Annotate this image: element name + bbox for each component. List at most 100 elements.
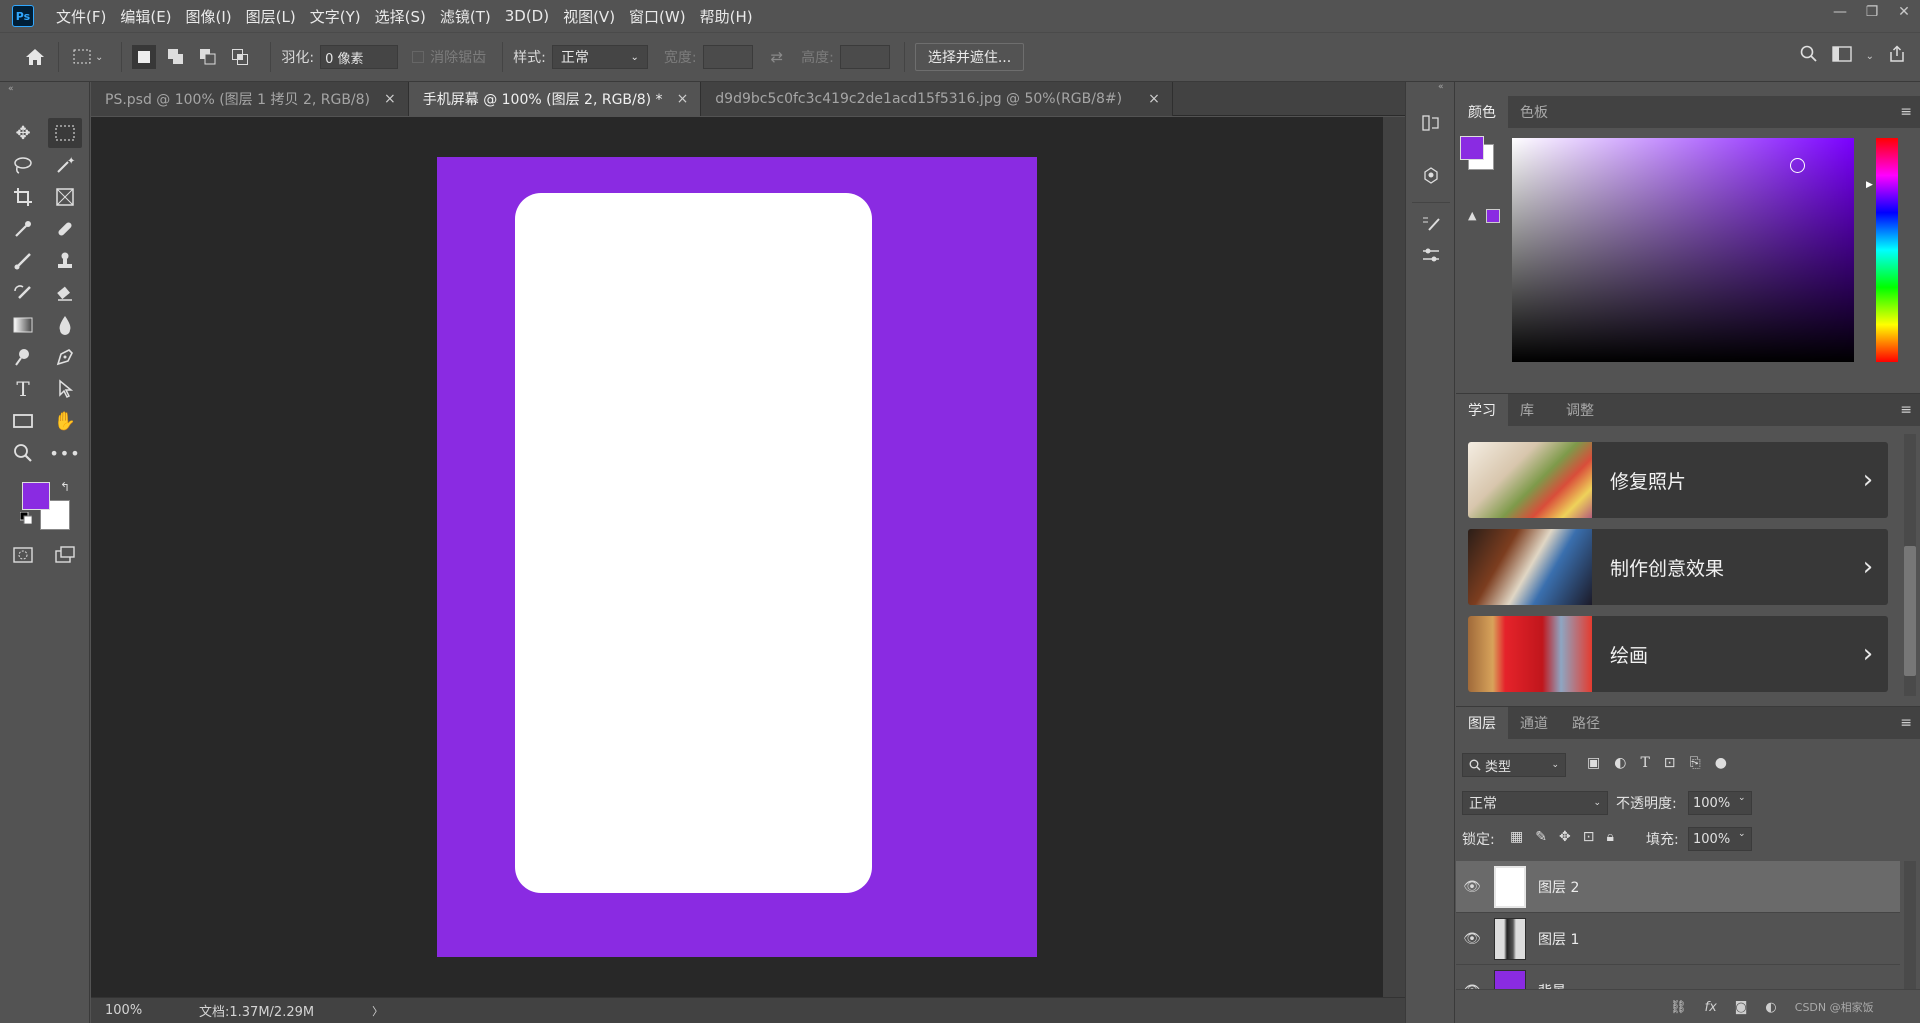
frame-tool-icon[interactable] bbox=[48, 182, 82, 212]
panel-menu-icon[interactable]: ≡ bbox=[1900, 104, 1912, 120]
tab-phone-screen[interactable]: 手机屏幕 @ 100% (图层 2, RGB/8) * × bbox=[408, 82, 702, 116]
rectangular-marquee-tool-icon[interactable] bbox=[48, 118, 82, 148]
menu-layer[interactable]: 图层(L) bbox=[246, 6, 296, 27]
menu-file[interactable]: 文件(F) bbox=[56, 6, 106, 27]
history-panel-icon[interactable] bbox=[1418, 110, 1444, 136]
menu-view[interactable]: 视图(V) bbox=[563, 6, 615, 27]
pen-tool-icon[interactable] bbox=[48, 342, 82, 372]
zoom-tool-icon[interactable] bbox=[6, 438, 40, 468]
antialias-checkbox[interactable] bbox=[412, 51, 425, 63]
filter-toggle-icon[interactable]: ● bbox=[1715, 755, 1727, 771]
collapse-toolbar-icon[interactable]: « bbox=[8, 84, 14, 94]
workspace-icon[interactable] bbox=[1831, 46, 1852, 66]
height-input[interactable] bbox=[839, 45, 890, 69]
canvas-vertical-scrollbar[interactable] bbox=[1383, 117, 1405, 997]
layer-row-2[interactable]: 👁︎ 图层 2 bbox=[1456, 861, 1900, 913]
close-icon[interactable]: × bbox=[1148, 91, 1160, 107]
menu-type[interactable]: 文字(Y) bbox=[310, 6, 361, 27]
default-colors-icon[interactable] bbox=[19, 511, 33, 528]
path-selection-tool-icon[interactable] bbox=[48, 374, 82, 404]
new-adjustment-icon[interactable]: ◐ bbox=[1765, 1000, 1776, 1015]
eraser-tool-icon[interactable] bbox=[48, 278, 82, 308]
close-window-button[interactable]: ✕ bbox=[1888, 0, 1920, 24]
tab-adjustments[interactable]: 调整 bbox=[1554, 394, 1606, 426]
menu-edit[interactable]: 编辑(E) bbox=[120, 6, 171, 27]
magic-wand-tool-icon[interactable]: ✦ bbox=[48, 150, 82, 180]
3d-panel-icon[interactable] bbox=[1418, 162, 1444, 188]
lock-artboard-icon[interactable]: ⊡ bbox=[1583, 829, 1595, 845]
history-brush-tool-icon[interactable] bbox=[6, 278, 40, 308]
lock-all-icon[interactable]: 🔒︎ bbox=[1606, 829, 1613, 845]
fill-dropdown-icon[interactable]: ⌄ bbox=[1738, 829, 1746, 839]
tab-paths[interactable]: 路径 bbox=[1560, 707, 1612, 739]
style-select[interactable]: 正常 ⌄ bbox=[551, 45, 648, 69]
type-tool-icon[interactable]: T bbox=[6, 374, 40, 404]
menu-3d[interactable]: 3D(D) bbox=[505, 7, 549, 25]
tab-swatches[interactable]: 色板 bbox=[1508, 96, 1560, 128]
menu-select[interactable]: 选择(S) bbox=[375, 6, 426, 27]
width-input[interactable] bbox=[702, 45, 753, 69]
menu-image[interactable]: 图像(I) bbox=[186, 6, 232, 27]
new-selection-icon[interactable] bbox=[132, 45, 157, 69]
share-icon[interactable] bbox=[1888, 45, 1906, 67]
swap-colors-icon[interactable]: ↰ bbox=[60, 480, 70, 494]
blend-mode-select[interactable]: 正常 ⌄ bbox=[1462, 791, 1608, 815]
search-icon[interactable] bbox=[1800, 45, 1818, 67]
lock-image-icon[interactable]: ✎ bbox=[1535, 829, 1547, 845]
learn-card-creative-effects[interactable]: 制作创意效果 › bbox=[1468, 529, 1888, 605]
dodge-tool-icon[interactable] bbox=[6, 342, 40, 372]
brush-tool-icon[interactable] bbox=[6, 246, 40, 276]
pixel-filter-icon[interactable]: ▣ bbox=[1587, 755, 1600, 771]
learn-card-painting[interactable]: 绘画 › bbox=[1468, 616, 1888, 692]
adjustment-filter-icon[interactable]: ◐ bbox=[1614, 755, 1626, 771]
hue-slider-thumb-icon[interactable]: ▶ bbox=[1866, 180, 1873, 190]
restore-button[interactable]: ❐ bbox=[1856, 0, 1888, 24]
move-tool-icon[interactable]: ✥ bbox=[6, 118, 40, 148]
tab-learn[interactable]: 学习 bbox=[1456, 394, 1508, 426]
feather-input[interactable]: 0 像素 bbox=[320, 45, 399, 69]
lasso-tool-icon[interactable] bbox=[6, 150, 40, 180]
add-mask-icon[interactable]: ◙ bbox=[1735, 1000, 1748, 1015]
brush-settings-icon[interactable] bbox=[1418, 210, 1444, 236]
workspace-dropdown-icon[interactable]: ⌄ bbox=[1866, 51, 1874, 62]
menu-window[interactable]: 窗口(W) bbox=[629, 6, 686, 27]
close-icon[interactable]: × bbox=[384, 91, 396, 107]
gradient-tool-icon[interactable] bbox=[6, 310, 40, 340]
marquee-preset-icon[interactable] bbox=[69, 44, 95, 70]
select-and-mask-button[interactable]: 选择并遮住... bbox=[914, 43, 1025, 71]
layer-style-icon[interactable]: fx bbox=[1705, 1000, 1717, 1015]
tab-layers[interactable]: 图层 bbox=[1456, 707, 1508, 739]
close-icon[interactable]: × bbox=[677, 91, 689, 107]
minimize-button[interactable]: — bbox=[1824, 0, 1856, 24]
opacity-dropdown-icon[interactable]: ⌄ bbox=[1738, 793, 1746, 803]
web-safe-color-chip[interactable] bbox=[1486, 209, 1500, 223]
tab-libraries[interactable]: 库 bbox=[1508, 394, 1546, 426]
more-tools-icon[interactable]: ••• bbox=[48, 438, 82, 468]
zoom-level[interactable]: 100% bbox=[105, 1003, 165, 1018]
menu-filter[interactable]: 滤镜(T) bbox=[440, 6, 491, 27]
lock-position-icon[interactable]: ✥ bbox=[1559, 829, 1571, 845]
tab-channels[interactable]: 通道 bbox=[1508, 707, 1560, 739]
subtract-selection-icon[interactable] bbox=[196, 45, 220, 69]
foreground-color-chip[interactable] bbox=[1460, 136, 1484, 160]
clone-stamp-tool-icon[interactable] bbox=[48, 246, 82, 276]
hand-tool-icon[interactable]: ✋ bbox=[48, 406, 82, 436]
intersect-selection-icon[interactable] bbox=[228, 45, 252, 69]
learn-scrollbar[interactable] bbox=[1904, 434, 1916, 696]
add-selection-icon[interactable] bbox=[164, 45, 188, 69]
layers-scrollbar[interactable] bbox=[1904, 861, 1916, 989]
home-icon[interactable] bbox=[22, 44, 48, 70]
quick-mask-icon[interactable] bbox=[6, 540, 40, 570]
color-picker-cursor[interactable] bbox=[1790, 158, 1805, 173]
layer-row-1[interactable]: 👁︎ 图层 1 bbox=[1456, 913, 1900, 965]
tab-jpg-image[interactable]: d9d9bc5c0fc3c419c2de1acd15f5316.jpg @ 50… bbox=[701, 82, 1173, 116]
collapse-strip-icon[interactable]: « bbox=[1438, 82, 1444, 92]
layer-row-background[interactable]: 👁︎ 背景 bbox=[1456, 965, 1900, 989]
type-filter-icon[interactable]: T bbox=[1640, 755, 1649, 771]
color-field[interactable] bbox=[1512, 138, 1854, 362]
tab-color[interactable]: 颜色 bbox=[1456, 96, 1508, 128]
swap-dimensions-icon[interactable]: ⇄ bbox=[771, 48, 784, 66]
properties-panel-icon[interactable] bbox=[1418, 242, 1444, 268]
blur-tool-icon[interactable] bbox=[48, 310, 82, 340]
visibility-eye-icon[interactable]: 👁︎ bbox=[1456, 931, 1488, 947]
